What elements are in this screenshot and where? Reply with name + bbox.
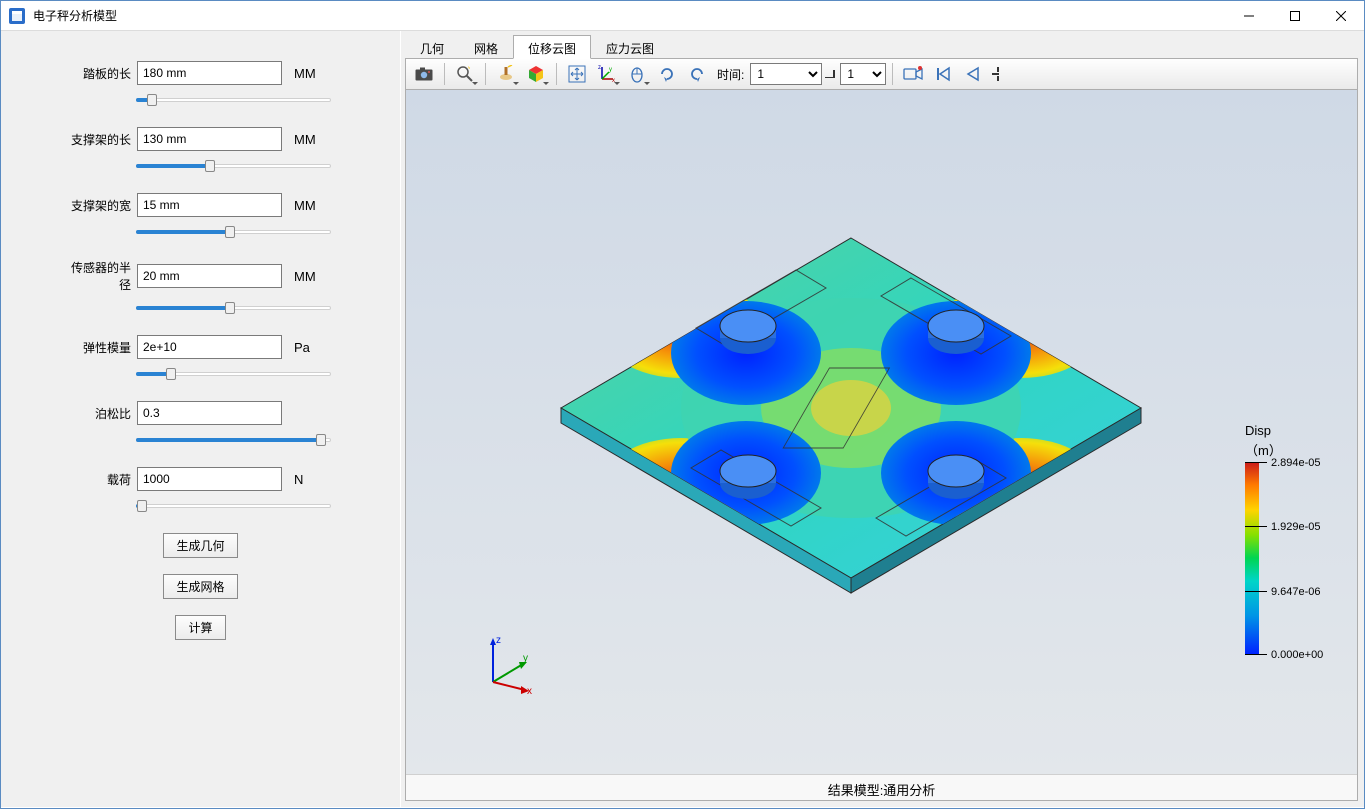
param-label-4: 弹性模量	[61, 339, 131, 356]
param-slider-6[interactable]	[136, 497, 331, 515]
param-input-6[interactable]	[137, 467, 282, 491]
time-select-2[interactable]: 1	[840, 63, 886, 85]
svg-text:z: z	[598, 65, 601, 71]
param-input-2[interactable]	[137, 193, 282, 217]
param-label-6: 载荷	[61, 471, 131, 488]
svg-text:y: y	[609, 67, 612, 73]
param-input-0[interactable]	[137, 61, 282, 85]
record-button[interactable]	[899, 61, 927, 87]
generate-mesh-button[interactable]: 生成网格	[163, 574, 237, 599]
param-unit-3: MM	[294, 269, 316, 284]
tabs: 几何网格位移云图应力云图	[405, 35, 1358, 59]
viewport-wrap: z y x Disp （m） 2.894e-05 1.929e-05 9.647e-…	[405, 90, 1358, 801]
colormap-button[interactable]	[522, 61, 550, 87]
tab-0[interactable]: 几何	[405, 35, 459, 59]
legend-title-1: Disp	[1245, 423, 1335, 439]
legend-tick-3: 0.000e+00	[1271, 649, 1323, 661]
legend-tick-2: 9.647e-06	[1271, 586, 1321, 598]
rotate-ccw-button[interactable]	[683, 61, 711, 87]
rotate-cw-button[interactable]	[653, 61, 681, 87]
viewport-3d[interactable]: z y x Disp （m） 2.894e-05 1.929e-05 9.647e-…	[406, 90, 1357, 774]
frame-end-icon	[824, 68, 836, 80]
tab-2[interactable]: 位移云图	[513, 35, 591, 59]
window-title: 电子秤分析模型	[33, 7, 117, 24]
close-button[interactable]	[1318, 1, 1364, 31]
param-unit-0: MM	[294, 66, 316, 81]
param-label-1: 支撑架的长	[61, 131, 131, 148]
minimize-button[interactable]	[1226, 1, 1272, 31]
clean-button[interactable]	[492, 61, 520, 87]
svg-text:z: z	[496, 635, 501, 646]
time-select-1[interactable]: 1	[750, 63, 822, 85]
time-label: 时间:	[717, 66, 744, 83]
expand-button[interactable]	[989, 61, 1003, 87]
param-unit-1: MM	[294, 132, 316, 147]
play-prev-button[interactable]	[959, 61, 987, 87]
param-slider-2[interactable]	[136, 223, 331, 241]
svg-text:y: y	[523, 653, 528, 664]
axis-triad: z y x	[481, 634, 541, 694]
viewport-caption: 结果模型:通用分析	[406, 774, 1357, 800]
param-slider-4[interactable]	[136, 365, 331, 383]
toolbar: zyx 时间: 1 1	[405, 58, 1358, 90]
axis-view-button[interactable]: zyx	[593, 61, 621, 87]
param-input-4[interactable]	[137, 335, 282, 359]
zoom-button[interactable]	[451, 61, 479, 87]
param-input-5[interactable]	[137, 401, 282, 425]
param-unit-6: N	[294, 472, 303, 487]
legend-title-2: （m）	[1245, 443, 1335, 459]
tab-1[interactable]: 网格	[459, 35, 513, 59]
generate-geometry-button[interactable]: 生成几何	[163, 533, 237, 558]
param-label-3: 传感器的半径	[61, 259, 131, 293]
param-slider-3[interactable]	[136, 299, 331, 317]
param-input-3[interactable]	[137, 264, 282, 288]
legend-tick-0: 2.894e-05	[1271, 457, 1321, 469]
action-buttons: 生成几何 生成网格 计算	[21, 533, 380, 640]
param-label-5: 泊松比	[61, 405, 131, 422]
body: 踏板的长 MM 支撑架的长 MM 支撑架的宽 MM 传感器的半径 MM 弹性模量	[1, 31, 1364, 807]
maximize-button[interactable]	[1272, 1, 1318, 31]
main-panel: 几何网格位移云图应力云图	[401, 31, 1364, 807]
color-legend: Disp （m） 2.894e-051.929e-059.647e-060.00…	[1245, 423, 1335, 654]
param-unit-4: Pa	[294, 340, 310, 355]
param-slider-1[interactable]	[136, 157, 331, 175]
result-model	[541, 218, 1161, 618]
param-slider-5[interactable]	[136, 431, 331, 449]
param-input-1[interactable]	[137, 127, 282, 151]
param-slider-0[interactable]	[136, 91, 331, 109]
sidebar: 踏板的长 MM 支撑架的长 MM 支撑架的宽 MM 传感器的半径 MM 弹性模量	[1, 31, 401, 807]
tab-3[interactable]: 应力云图	[591, 35, 669, 59]
param-unit-2: MM	[294, 198, 316, 213]
snapshot-button[interactable]	[410, 61, 438, 87]
param-label-0: 踏板的长	[61, 65, 131, 82]
skip-start-button[interactable]	[929, 61, 957, 87]
compute-button[interactable]: 计算	[175, 615, 225, 640]
app-window: 电子秤分析模型 踏板的长 MM 支撑架的长 MM 支撑架的宽 MM	[0, 0, 1365, 809]
param-label-2: 支撑架的宽	[61, 197, 131, 214]
fit-view-button[interactable]	[563, 61, 591, 87]
svg-text:x: x	[527, 686, 532, 694]
app-icon	[9, 8, 25, 24]
titlebar: 电子秤分析模型	[1, 1, 1364, 31]
window-controls	[1226, 1, 1364, 31]
legend-tick-1: 1.929e-05	[1271, 521, 1321, 533]
mouse-mode-button[interactable]	[623, 61, 651, 87]
